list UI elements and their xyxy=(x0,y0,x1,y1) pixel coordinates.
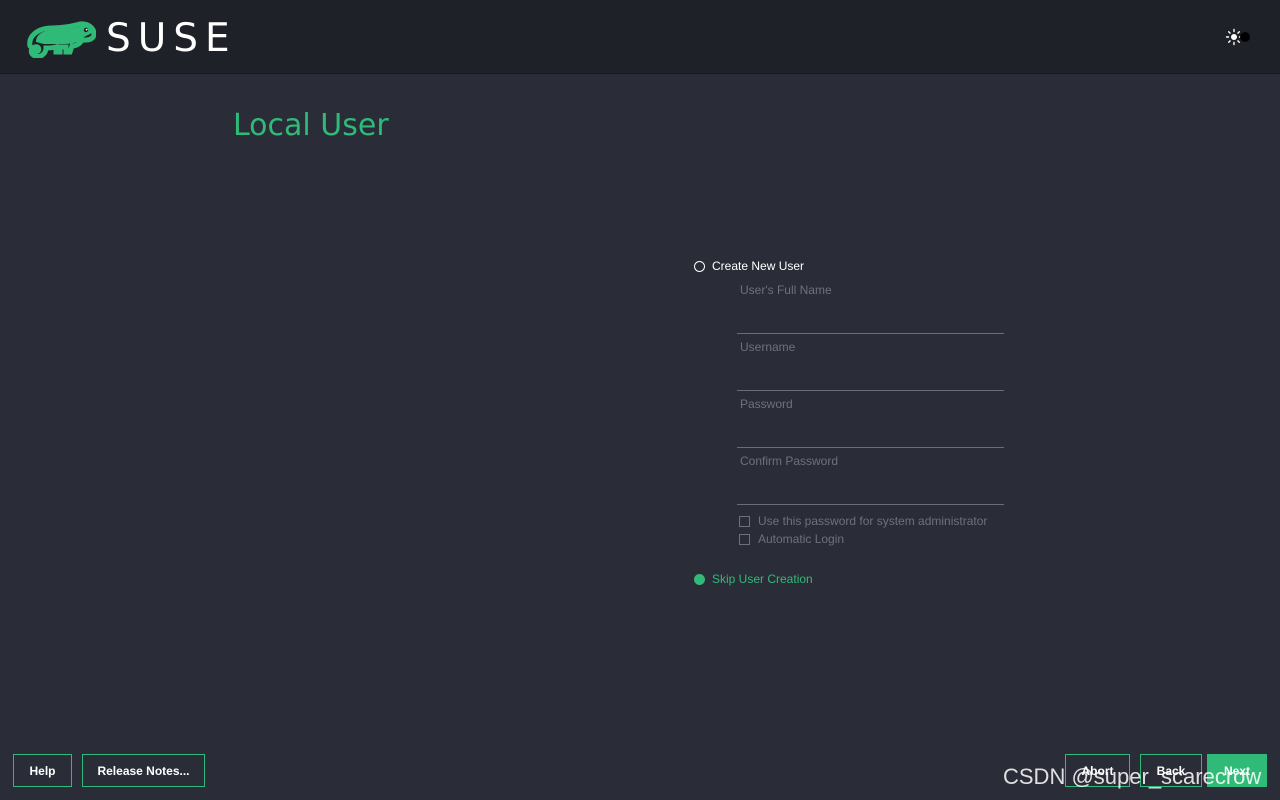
confirm-password-label: Confirm Password xyxy=(740,454,839,468)
confirm-password-input[interactable] xyxy=(740,476,1002,498)
page-title: Local User xyxy=(233,108,389,143)
create-new-user-radio[interactable]: Create New User xyxy=(694,259,804,273)
full-name-label: User's Full Name xyxy=(740,283,832,297)
full-name-field[interactable]: User's Full Name xyxy=(737,283,1004,334)
use-password-for-admin-checkbox[interactable]: Use this password for system administrat… xyxy=(739,514,987,528)
back-button[interactable]: Back xyxy=(1140,754,1202,787)
skip-user-creation-radio[interactable]: Skip User Creation xyxy=(694,572,813,586)
release-notes-button[interactable]: Release Notes... xyxy=(82,754,205,787)
next-button[interactable]: Next xyxy=(1207,754,1267,787)
top-header: SUSE xyxy=(0,0,1280,74)
username-label: Username xyxy=(740,340,796,354)
create-new-user-label: Create New User xyxy=(712,259,805,273)
use-password-for-admin-label: Use this password for system administrat… xyxy=(758,514,988,528)
full-name-input[interactable] xyxy=(740,305,1002,327)
password-label: Password xyxy=(740,397,793,411)
brand-text: SUSE xyxy=(106,16,237,61)
password-input[interactable] xyxy=(740,419,1002,441)
confirm-password-field[interactable]: Confirm Password xyxy=(737,454,1004,505)
password-field[interactable]: Password xyxy=(737,397,1004,448)
automatic-login-checkbox[interactable]: Automatic Login xyxy=(739,532,844,546)
automatic-login-label: Automatic Login xyxy=(758,532,845,546)
radio-selected-icon xyxy=(694,573,705,585)
radio-unselected-icon xyxy=(694,260,705,272)
checkbox-unchecked-icon xyxy=(739,515,750,527)
theme-toggle[interactable] xyxy=(1224,27,1252,47)
username-input[interactable] xyxy=(740,362,1002,384)
sun-toggle-icon xyxy=(1225,28,1250,46)
skip-user-creation-label: Skip User Creation xyxy=(712,572,813,586)
abort-button[interactable]: Abort xyxy=(1065,754,1130,787)
help-button[interactable]: Help xyxy=(13,754,72,787)
username-field[interactable]: Username xyxy=(737,340,1004,391)
checkbox-unchecked-icon xyxy=(739,533,750,545)
chameleon-logo-icon xyxy=(27,21,96,58)
suse-logo: SUSE xyxy=(24,16,237,61)
